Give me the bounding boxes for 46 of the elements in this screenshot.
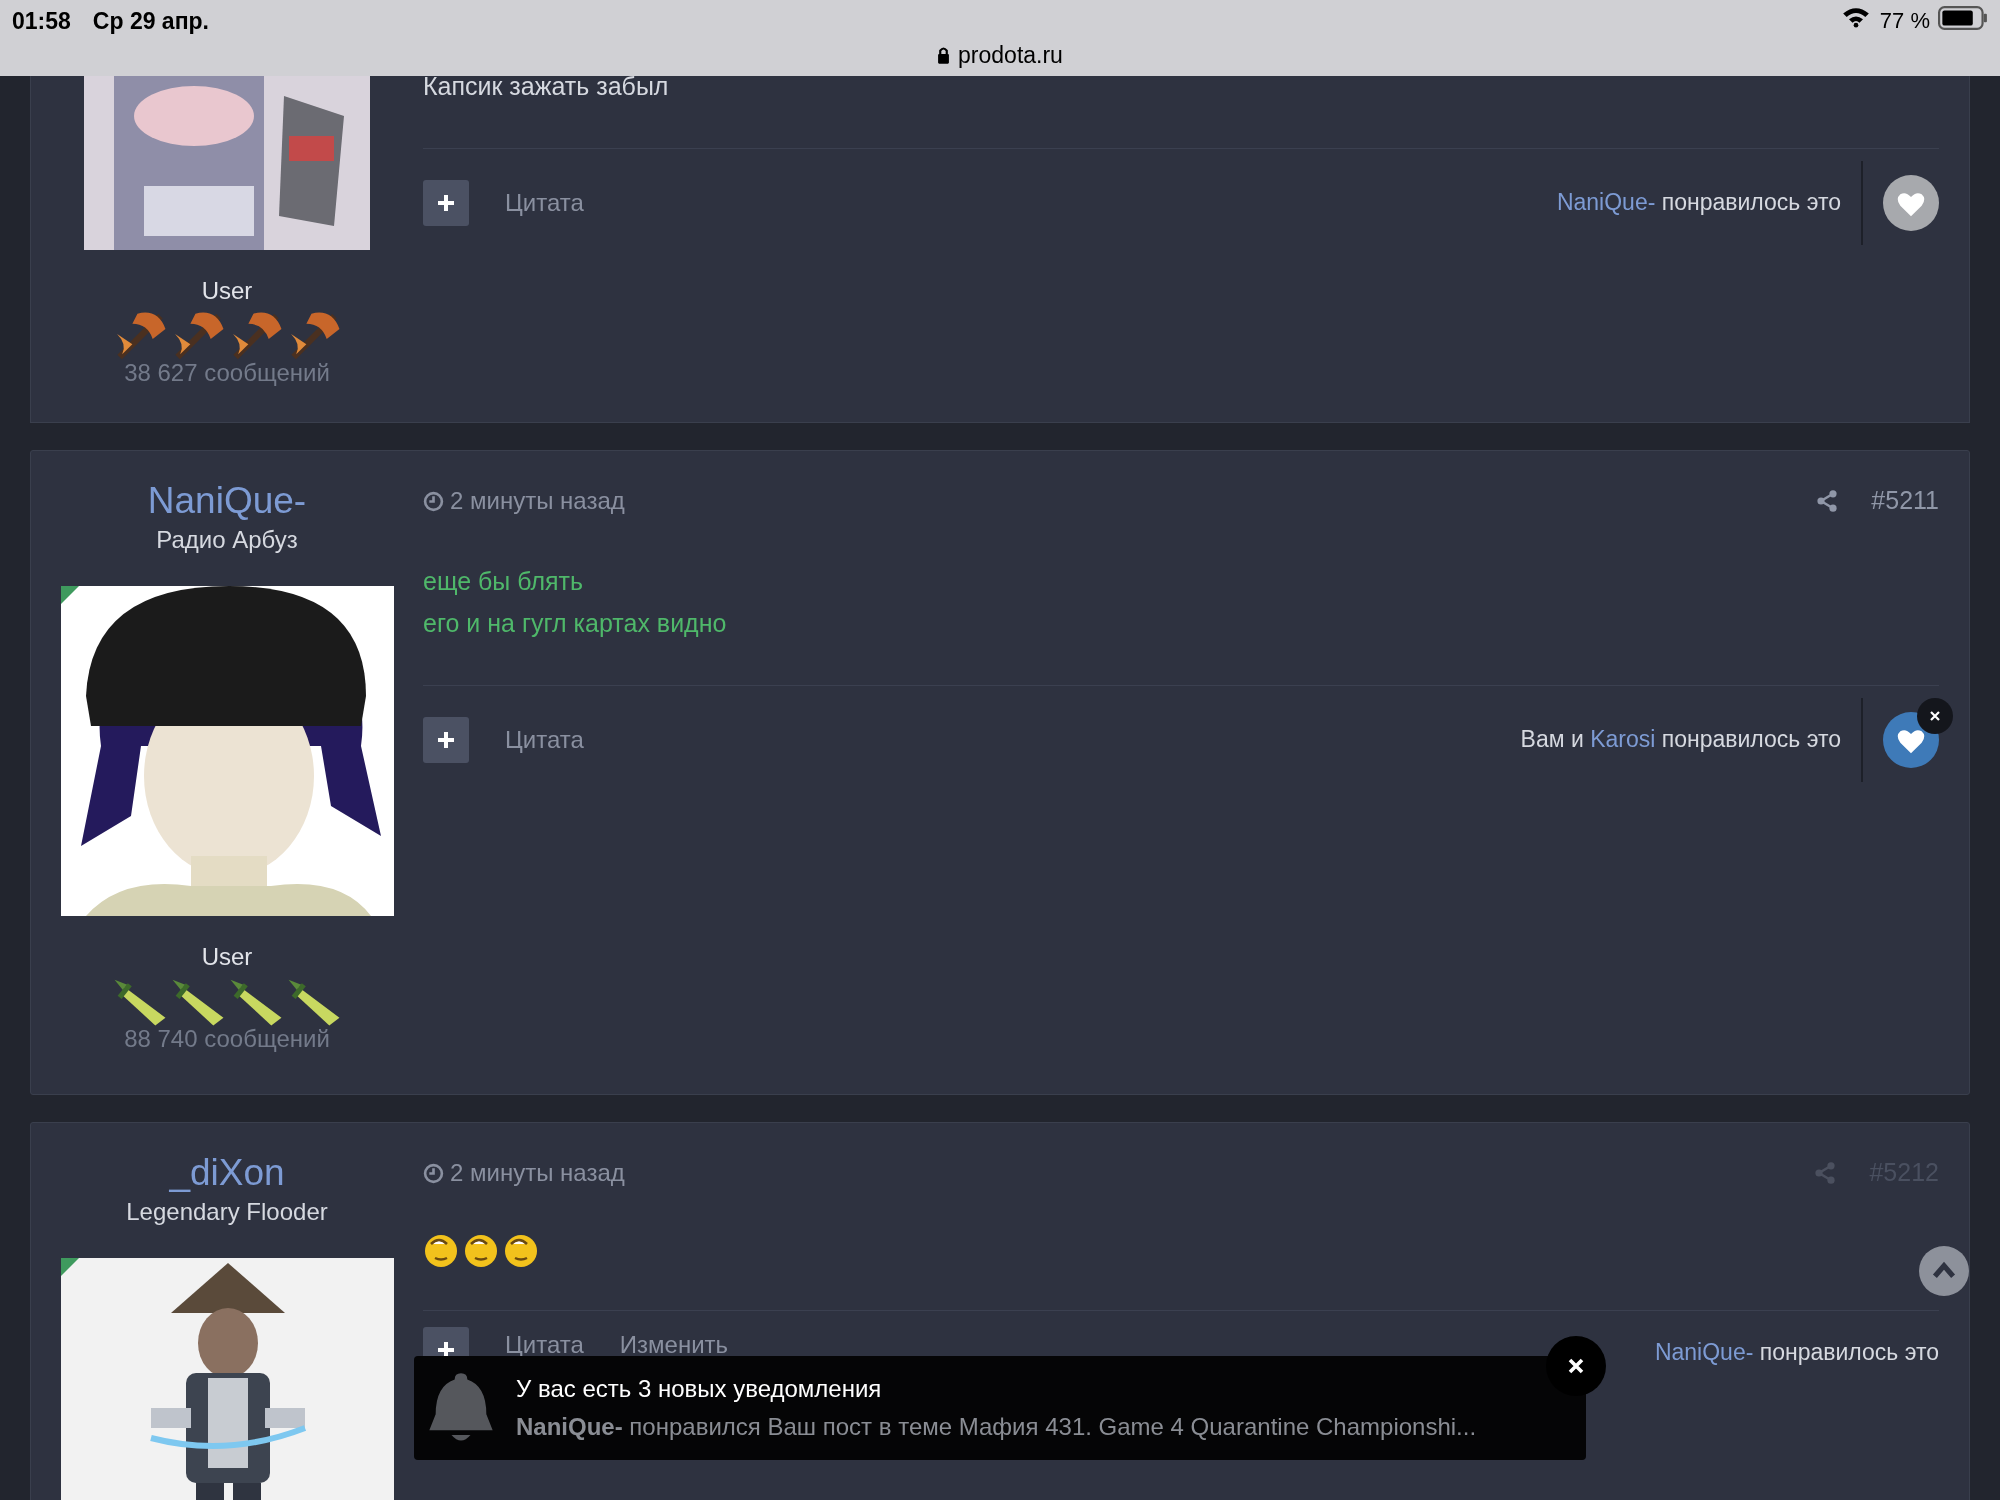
message-count: 88 740 сообщений	[124, 1024, 330, 1054]
notification-text: NaniQue- понравился Ваш пост в теме Мафия 431. Game 4 Quarantine Championshi...	[516, 1412, 1477, 1442]
battery-icon	[1938, 6, 1988, 30]
post-text: его и на гугл картах видно	[423, 608, 728, 639]
user-title: Legendary Flooder	[126, 1197, 328, 1227]
emoji-icon	[503, 1232, 539, 1268]
url-text[interactable]: prodota.ru	[958, 38, 1063, 73]
add-button[interactable]	[423, 716, 469, 763]
user-rank: User	[201, 276, 253, 306]
clock-icon	[423, 490, 444, 512]
close-icon	[1929, 709, 1941, 722]
post-number[interactable]: #5211	[1871, 482, 1939, 520]
emoji-icon	[463, 1232, 499, 1268]
notification-toast[interactable]: У вас есть 3 новых уведомления NaniQue- понравился Ваш пост в теме Мафия 431. Game 4 Quarantine Championshi...	[414, 1356, 1586, 1460]
status-time: 01:58	[12, 7, 71, 36]
status-date: Ср 29 апр.	[92, 7, 209, 36]
user-link[interactable]: NaniQue-	[1556, 189, 1656, 216]
user-title: Радио Арбуз	[156, 525, 298, 555]
message-count: 38 627 сообщений	[124, 358, 330, 388]
likes-text: Вам и Karosi понравилось это	[1520, 725, 1841, 755]
likes-text: NaniQue- понравилось это	[1654, 1338, 1939, 1367]
username-link[interactable]: _diXon	[169, 1151, 285, 1195]
close-icon	[1567, 1357, 1585, 1375]
post-text: Капсик зажать забыл	[423, 71, 670, 102]
scroll-up-button[interactable]	[1919, 1246, 1969, 1296]
username-link[interactable]: NaniQue-	[147, 479, 307, 523]
share-icon[interactable]	[1815, 489, 1840, 513]
user-link[interactable]: Karosi	[1590, 726, 1656, 753]
user-link[interactable]: NaniQue-	[1654, 1339, 1754, 1365]
add-button[interactable]	[423, 179, 469, 226]
likes-text: NaniQue- понравилось это	[1556, 188, 1841, 218]
clock-icon	[423, 1162, 444, 1184]
plus-icon	[436, 729, 456, 750]
post-text: еще бы блять	[423, 566, 585, 597]
wifi-icon	[1841, 6, 1870, 28]
close-button[interactable]	[1917, 697, 1953, 734]
post-time: 2 минуты назад	[450, 486, 625, 516]
emoji-icon	[423, 1232, 459, 1268]
action-link[interactable]: Цитата	[505, 721, 584, 758]
battery-percent: 77 %	[1879, 7, 1930, 35]
user-rank: User	[201, 942, 253, 972]
plus-icon	[436, 192, 456, 213]
lock-icon	[937, 46, 951, 65]
notification-title: У вас есть 3 новых уведомления	[516, 1374, 883, 1404]
action-link[interactable]: Цитата	[505, 184, 584, 221]
post-time: 2 минуты назад	[450, 1158, 625, 1188]
